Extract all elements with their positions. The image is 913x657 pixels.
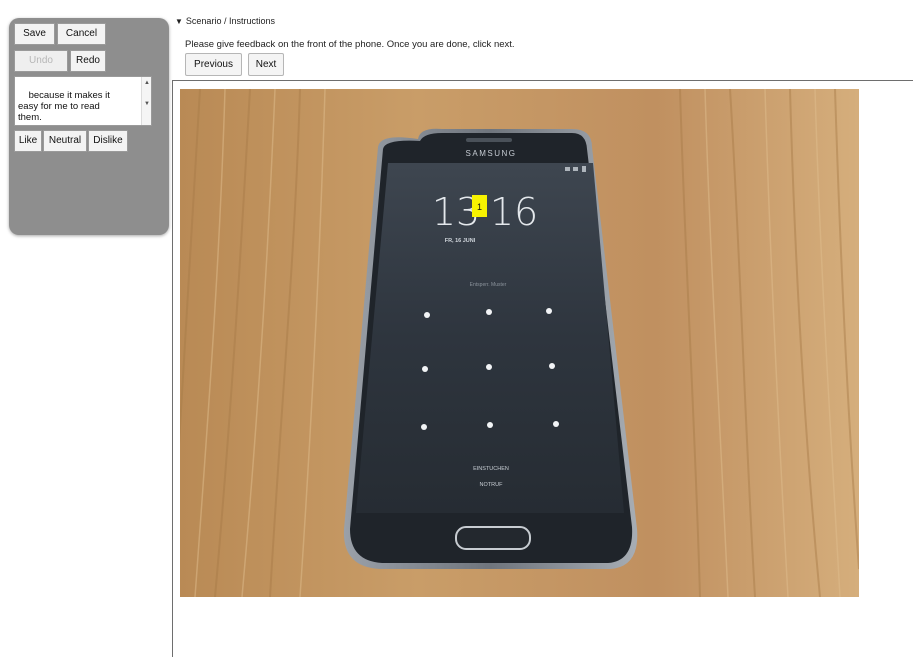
disclosure-triangle-icon: ▼ xyxy=(175,17,183,26)
scroll-up-arrow-icon[interactable]: ▲ xyxy=(143,79,151,87)
like-button[interactable]: Like xyxy=(14,130,42,152)
emergency-line-1: EINSTUCHEN xyxy=(473,466,509,472)
redo-button[interactable]: Redo xyxy=(70,50,106,72)
brand-logo: SAMSUNG xyxy=(466,149,517,158)
content-divider xyxy=(172,80,913,81)
home-button xyxy=(455,526,531,550)
emergency-line-2: NOTRUF xyxy=(480,482,504,488)
previous-button[interactable]: Previous xyxy=(185,53,242,76)
comment-textarea[interactable]: because it makes it easy for me to read … xyxy=(14,76,152,126)
scenario-toggle[interactable]: ▼ Scenario / Instructions xyxy=(175,16,275,26)
feedback-panel: Save Cancel Undo Redo because it makes i… xyxy=(9,18,169,235)
highlight-marker-number: 1 xyxy=(477,202,482,212)
content-left-border xyxy=(172,80,173,657)
earpiece xyxy=(466,138,512,142)
scenario-toggle-label: Scenario / Instructions xyxy=(185,16,275,26)
scroll-down-arrow-icon[interactable]: ▼ xyxy=(143,100,151,108)
comment-scrollbar[interactable]: ▲ ▼ xyxy=(141,77,151,125)
instructions-text: Please give feedback on the front of the… xyxy=(185,39,515,50)
clock-minutes: 16 xyxy=(490,190,538,234)
lock-hint: Entsperr. Muster xyxy=(470,282,507,288)
cancel-button[interactable]: Cancel xyxy=(57,23,106,45)
next-button[interactable]: Next xyxy=(248,53,284,76)
save-button[interactable]: Save xyxy=(14,23,55,45)
neutral-button[interactable]: Neutral xyxy=(43,130,87,152)
undo-button[interactable]: Undo xyxy=(14,50,68,72)
dislike-button[interactable]: Dislike xyxy=(88,130,128,152)
lockscreen-date: FR, 16 JUNI xyxy=(445,238,476,244)
phone-photo[interactable]: SAMSUNG 13 1 16 FR, 16 JUNI Entsperr. Mu… xyxy=(180,89,859,597)
comment-text: because it makes it easy for me to read … xyxy=(18,90,110,123)
